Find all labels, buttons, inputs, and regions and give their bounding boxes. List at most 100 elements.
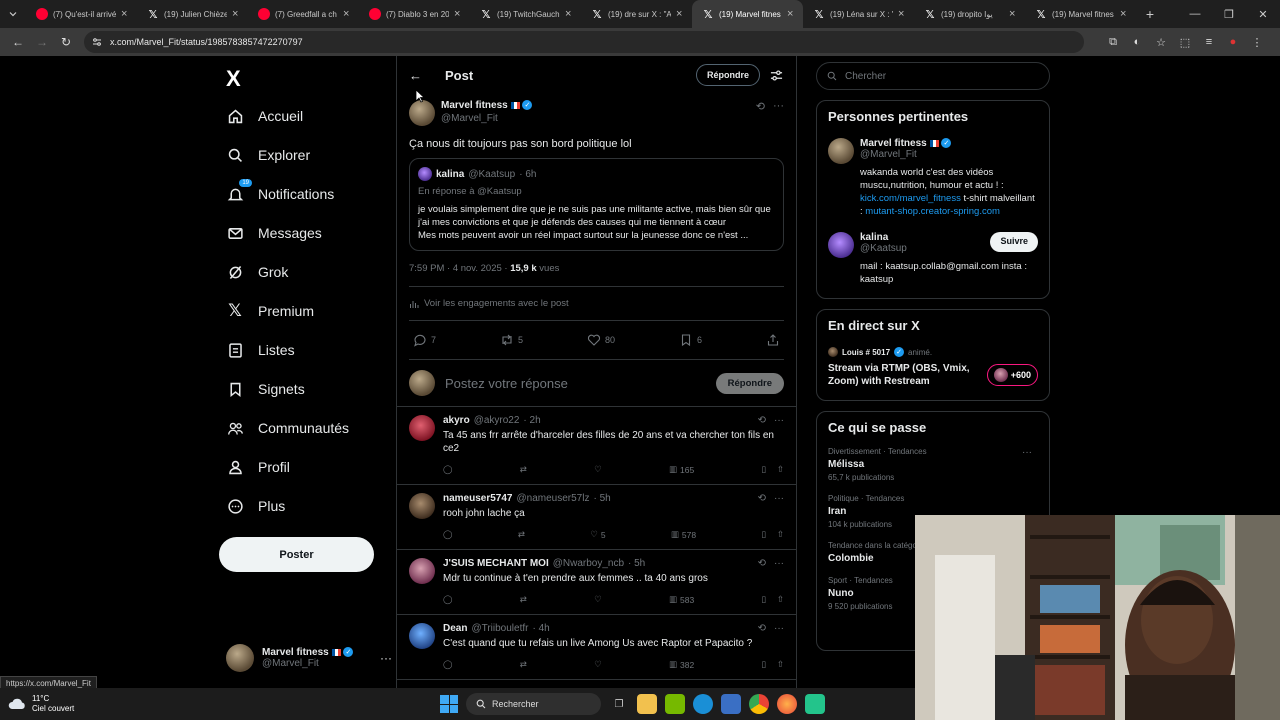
browser-tab[interactable]: 𝕏 (19) Léna sur X : " × bbox=[803, 0, 914, 28]
more-icon[interactable]: ··· bbox=[773, 100, 784, 113]
reply-handle[interactable]: @nameuser57lz bbox=[517, 493, 590, 504]
reply-time[interactable]: · 5h bbox=[628, 558, 645, 569]
views-action[interactable]: ▥ 583 bbox=[669, 594, 694, 605]
close-icon[interactable]: × bbox=[787, 8, 797, 20]
close-icon[interactable]: × bbox=[1009, 8, 1019, 20]
more-icon[interactable]: ··· bbox=[774, 415, 784, 426]
browser-tab[interactable]: 𝕏 (19) dropito يوا × bbox=[914, 0, 1025, 28]
browser-tab[interactable]: 𝕏 (19) Marvel fitnes × bbox=[1025, 0, 1136, 28]
windows-start-icon[interactable] bbox=[440, 695, 458, 713]
browser-tab[interactable]: (7) Qu'est-il arrivé × bbox=[26, 0, 137, 28]
nav-item-more[interactable]: Plus bbox=[226, 492, 285, 520]
repost-icon[interactable]: ⇄ bbox=[518, 529, 525, 540]
post-button[interactable]: Poster bbox=[219, 537, 374, 572]
nav-item-lists[interactable]: Listes bbox=[226, 336, 295, 364]
reply-handle[interactable]: @Triibouletfr bbox=[471, 623, 528, 634]
close-icon[interactable]: × bbox=[232, 8, 242, 20]
nav-item-bookmarks[interactable]: Signets bbox=[226, 375, 305, 403]
store-icon[interactable] bbox=[721, 694, 741, 714]
nav-item-explore[interactable]: Explorer bbox=[226, 141, 310, 169]
heart-icon[interactable]: ♡ bbox=[594, 464, 602, 475]
reply-handle[interactable]: @akyro22 bbox=[474, 415, 520, 426]
follow-button[interactable]: Suivre bbox=[990, 232, 1038, 252]
reply-time[interactable]: · 2h bbox=[523, 415, 540, 426]
app-icon[interactable] bbox=[805, 694, 825, 714]
reply-input[interactable]: Postez votre réponse bbox=[445, 376, 706, 391]
star-icon[interactable]: ☆ bbox=[1154, 35, 1168, 49]
bookmark-icon[interactable]: ▯ bbox=[761, 594, 766, 605]
avatar[interactable] bbox=[828, 138, 854, 164]
browser-tab-active[interactable]: 𝕏 (19) Marvel fitnes × bbox=[692, 0, 803, 28]
post-timestamp[interactable]: 7:59 PM · 4 nov. 2025 · bbox=[409, 263, 510, 274]
x-logo[interactable]: X bbox=[226, 66, 241, 92]
person-handle[interactable]: @Kaatsup bbox=[860, 243, 907, 254]
heart-icon[interactable]: ♡ bbox=[594, 659, 602, 670]
repost-action[interactable]: 5 bbox=[500, 333, 523, 347]
reply-time[interactable]: · 4h bbox=[532, 623, 549, 634]
person-name[interactable]: kalina bbox=[860, 232, 907, 243]
person-name[interactable]: Marvel fitness bbox=[860, 138, 927, 149]
nav-item-home[interactable]: Accueil bbox=[226, 102, 303, 130]
live-host[interactable]: Louis # 5017 ✓ animé. bbox=[828, 347, 1038, 357]
browser-tab[interactable]: 𝕏 (19) dre sur X : "A × bbox=[581, 0, 692, 28]
more-icon[interactable]: ··· bbox=[774, 558, 784, 569]
heart-icon[interactable]: ♡ bbox=[594, 594, 602, 605]
share-icon[interactable]: ⇧ bbox=[777, 464, 784, 475]
reply-author[interactable]: J'SUIS MECHANT MOI bbox=[443, 558, 549, 569]
forward-icon[interactable]: → bbox=[30, 30, 54, 54]
tab-search-button[interactable] bbox=[0, 0, 26, 28]
views-action[interactable]: ▥ 382 bbox=[669, 659, 694, 670]
more-icon[interactable]: ··· bbox=[774, 623, 784, 634]
bookmark-icon[interactable]: ▯ bbox=[761, 659, 766, 670]
avatar[interactable] bbox=[409, 623, 435, 649]
avatar[interactable] bbox=[409, 558, 435, 584]
reply-action[interactable]: 7 bbox=[413, 333, 436, 347]
post-handle[interactable]: @Marvel_Fit bbox=[441, 113, 532, 124]
close-icon[interactable]: × bbox=[1120, 8, 1130, 20]
share-icon[interactable]: ⇧ bbox=[777, 529, 784, 540]
menu-icon[interactable]: ⋮ bbox=[1250, 35, 1264, 49]
reading-list-icon[interactable]: ≡ bbox=[1202, 35, 1216, 49]
close-icon[interactable]: × bbox=[676, 8, 686, 20]
reply-submit-button[interactable]: Répondre bbox=[715, 372, 784, 394]
close-window-icon[interactable]: ✕ bbox=[1246, 8, 1280, 21]
account-switcher[interactable]: Marvel fitness ✓ @Marvel_Fit ··· bbox=[226, 641, 392, 675]
share-action[interactable] bbox=[766, 333, 780, 347]
quoted-post[interactable]: kalina @Kaatsup · 6h En réponse à @Kaats… bbox=[409, 158, 784, 251]
post-author[interactable]: Marvel fitness bbox=[441, 100, 508, 111]
browser-tab[interactable]: (7) Greedfall a ch × bbox=[248, 0, 359, 28]
nav-item-notifications[interactable]: 19 Notifications bbox=[226, 179, 334, 208]
reply-post[interactable]: nameuser5747 @nameuser57lz · 5h ⟲ ··· rooh j… bbox=[397, 485, 796, 550]
nav-item-messages[interactable]: Messages bbox=[226, 219, 322, 247]
file-explorer-icon[interactable] bbox=[637, 694, 657, 714]
grok-icon[interactable]: ⟲ bbox=[758, 415, 766, 426]
url-field[interactable]: x.com/Marvel_Fit/status/1985783857472270… bbox=[84, 31, 1084, 53]
more-icon[interactable]: ··· bbox=[380, 651, 392, 665]
avatar[interactable] bbox=[409, 100, 435, 126]
views-action[interactable]: ▥ 165 bbox=[669, 464, 694, 475]
close-icon[interactable]: × bbox=[121, 8, 131, 20]
close-icon[interactable]: × bbox=[343, 8, 353, 20]
maximize-icon[interactable]: ❐ bbox=[1212, 8, 1246, 21]
more-icon[interactable]: ··· bbox=[774, 493, 784, 504]
grok-icon[interactable]: ⟲ bbox=[756, 100, 765, 113]
nav-item-grok[interactable]: Grok bbox=[226, 258, 288, 286]
reply-icon[interactable]: ◯ bbox=[443, 464, 453, 475]
minimize-icon[interactable]: — bbox=[1178, 8, 1212, 21]
more-icon[interactable]: ··· bbox=[1022, 447, 1032, 458]
close-icon[interactable]: × bbox=[565, 8, 575, 20]
bio-link[interactable]: mutant-shop.creator-spring.com bbox=[865, 206, 1000, 217]
nvidia-icon[interactable] bbox=[665, 694, 685, 714]
edge-icon[interactable] bbox=[693, 694, 713, 714]
reply-author[interactable]: akyro bbox=[443, 415, 470, 426]
bookmark-icon[interactable]: ▯ bbox=[761, 464, 766, 475]
share-icon[interactable]: ⇧ bbox=[777, 594, 784, 605]
repost-icon[interactable]: ⇄ bbox=[520, 594, 527, 605]
taskbar-search[interactable]: Rechercher bbox=[466, 693, 601, 715]
firefox-icon[interactable] bbox=[777, 694, 797, 714]
nav-item-profile[interactable]: Profil bbox=[226, 453, 290, 481]
reply-handle[interactable]: @Nwarboy_ncb bbox=[553, 558, 624, 569]
engagements-link[interactable]: Voir les engagements avec le post bbox=[409, 287, 784, 321]
back-icon[interactable]: ← bbox=[6, 30, 30, 54]
reply-header-button[interactable]: Répondre bbox=[695, 64, 760, 86]
